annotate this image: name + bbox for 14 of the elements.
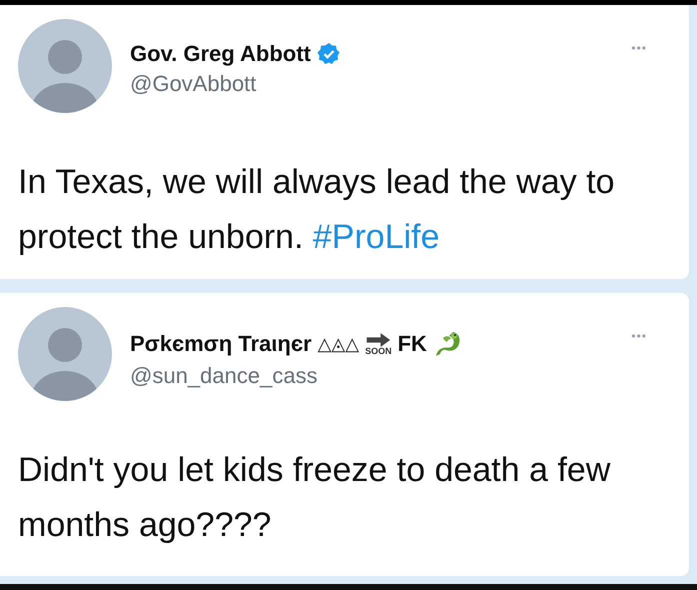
user-name: Pσkєmση Traιηєr — [130, 331, 312, 357]
user-handle: @sun_dance_cass — [130, 363, 318, 389]
user-name: FK — [398, 331, 427, 357]
verified-badge-icon — [316, 42, 341, 66]
user-handle: @GovAbbott — [130, 71, 258, 97]
more-button[interactable]: ••• — [629, 39, 649, 57]
tweet-text: Didn't you let kids freeze to death a few months ago???? — [18, 450, 612, 546]
hashtag-link[interactable]: #ProLife — [312, 218, 440, 256]
arrow-icon — [365, 332, 392, 346]
tweet-text: In Texas, we will always lead the way to protect the unborn. #ProLife — [18, 162, 616, 258]
more-button[interactable]: ••• — [629, 327, 649, 345]
user-name: Gov. Greg Abbott — [130, 41, 311, 67]
soon-label: SOON — [365, 346, 392, 356]
symbol-text: △◬△ — [318, 334, 360, 354]
